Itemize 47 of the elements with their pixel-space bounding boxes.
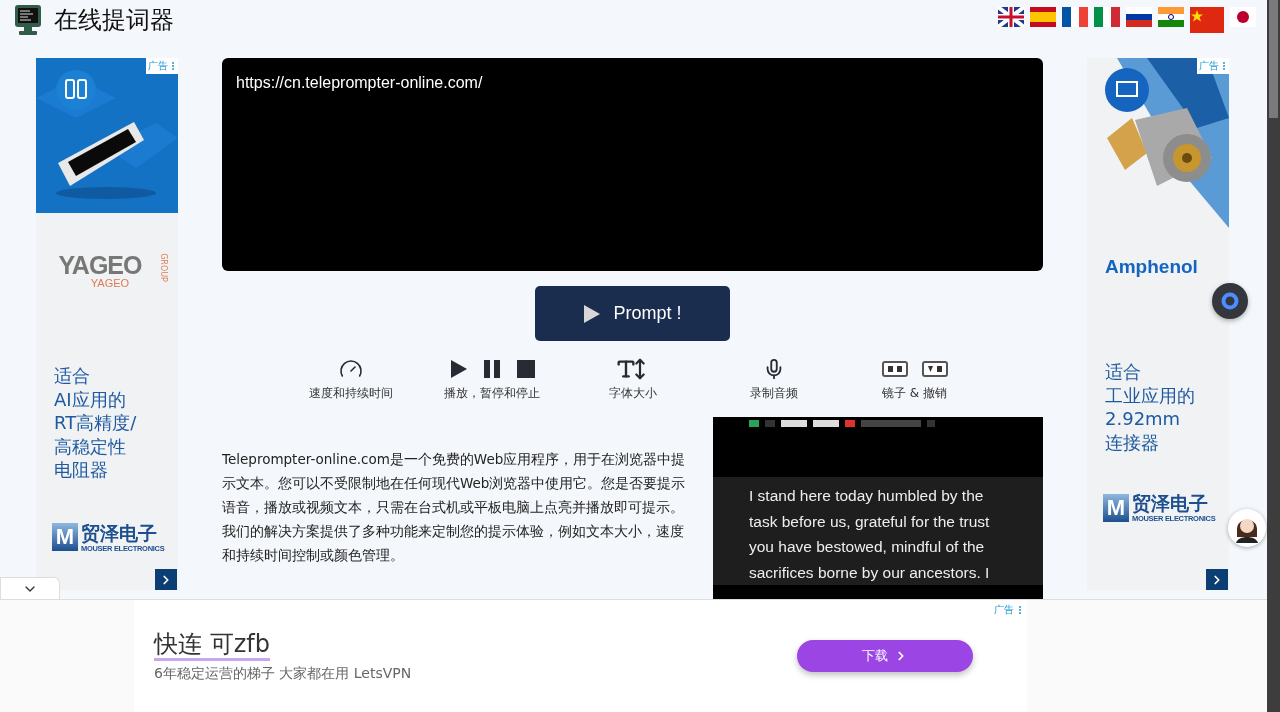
ad-title: 快连 可zfb bbox=[154, 629, 270, 661]
brand-group-label: GROUP bbox=[159, 253, 169, 282]
flag-icon[interactable] bbox=[998, 7, 1024, 27]
avatar[interactable] bbox=[1228, 509, 1266, 547]
ad-next-button[interactable] bbox=[155, 569, 177, 590]
ad-next-button[interactable] bbox=[1206, 569, 1228, 590]
flag-icon[interactable] bbox=[1230, 7, 1256, 27]
download-button[interactable]: 下载 bbox=[797, 640, 973, 672]
logo-name: 贸泽电子 bbox=[1132, 492, 1209, 514]
flag-icon[interactable] bbox=[1158, 7, 1184, 27]
ad-badge[interactable]: 广告 bbox=[1197, 58, 1229, 74]
brand-logo: Amphenol bbox=[1104, 256, 1199, 278]
stop-icon[interactable] bbox=[515, 359, 536, 379]
flag-icon[interactable] bbox=[1126, 7, 1152, 27]
brand-subtitle: YAGEO bbox=[90, 277, 130, 289]
tool-label: 字体大小 bbox=[608, 385, 657, 402]
ad-subtitle: 6年稳定运营的梯子 大家都在用 LetsVPN bbox=[154, 664, 412, 683]
floating-button[interactable] bbox=[1212, 283, 1248, 319]
prompt-button[interactable]: Prompt ! bbox=[535, 286, 730, 341]
flag-icon[interactable] bbox=[1062, 7, 1088, 27]
tool-label: 速度和持续时间 bbox=[308, 385, 393, 402]
tool-label: 镜子 & 撤销 bbox=[882, 385, 947, 402]
preview-text-line: I stand here today humbled by the bbox=[749, 486, 985, 506]
tool-label: 播放，暂停和停止 bbox=[443, 385, 540, 402]
ad-badge[interactable]: 广告 bbox=[146, 58, 178, 74]
preview-text-line: sacrifices borne by our ancestors. I bbox=[749, 562, 991, 583]
description-text: Teleprompter-online.com是一个免费的Web应用程序，用于在浏览器中提示文本。您可以不受限制地在任何现代Web浏览器中使用它。您是否要提示语音，播放或视频文本，只需在台式机或平板电脑上点亮并播放即可提示。我们的解决方案提供了多种功能来定制您的提示体验，例如文本大小，速度和持续时间控制或颜色管理。 bbox=[222, 450, 687, 565]
logo-mark: M bbox=[1103, 493, 1129, 522]
flag-icon[interactable] bbox=[1094, 7, 1120, 27]
ad-headline: 适合 工业应用的 2.92mm 连接器 bbox=[1104, 360, 1196, 454]
ad-headline: 适合 AI应用的 RT高精度/ 高稳定性 电阻器 bbox=[53, 364, 138, 482]
logo-mark: M bbox=[52, 523, 78, 551]
brand-logo: YAGEO bbox=[58, 253, 142, 277]
play-icon bbox=[583, 303, 602, 324]
mirror-icon[interactable] bbox=[881, 361, 908, 377]
pause-icon[interactable] bbox=[481, 359, 502, 379]
flip-icon[interactable] bbox=[921, 361, 948, 377]
ad-badge[interactable]: 广告 bbox=[994, 603, 1023, 617]
preview-text-line: you have bestowed, mindful of the bbox=[749, 537, 986, 557]
monitor-icon bbox=[14, 4, 42, 36]
site-title: 在线提词器 bbox=[54, 5, 174, 36]
logo-name: 贸泽电子 bbox=[81, 521, 158, 544]
preview-text-line: task before us, grateful for the trust bbox=[749, 511, 991, 532]
text-input-field[interactable]: https://cn.teleprompter-online.com/ bbox=[222, 58, 1043, 271]
scrollbar[interactable] bbox=[1267, 0, 1280, 712]
ring-icon bbox=[1221, 292, 1239, 310]
tool-label: 录制音频 bbox=[749, 385, 798, 402]
